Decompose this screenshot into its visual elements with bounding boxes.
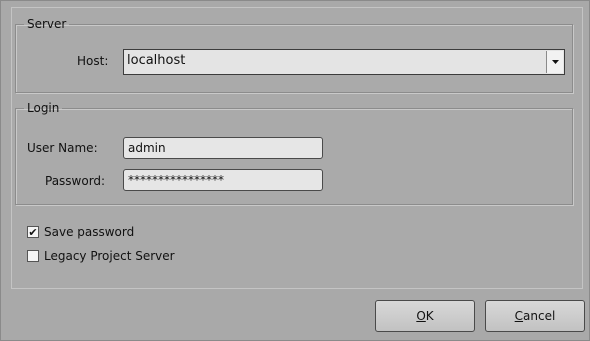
legacy-server-option[interactable]: Legacy Project Server — [27, 249, 175, 263]
host-value[interactable]: localhost — [127, 53, 185, 68]
login-dialog: Server Host: localhost Login User Name: … — [0, 0, 590, 341]
ok-mnemonic: O — [416, 309, 426, 323]
legacy-server-label[interactable]: Legacy Project Server — [44, 249, 175, 263]
username-label: User Name: — [27, 141, 98, 155]
login-group-legend: Login — [27, 101, 60, 115]
host-dropdown-button[interactable] — [546, 51, 563, 73]
ok-button[interactable]: OK — [375, 300, 475, 332]
cancel-button[interactable]: Cancel — [485, 300, 585, 332]
password-label: Password: — [45, 174, 106, 188]
username-input[interactable]: admin — [123, 137, 323, 159]
host-combobox[interactable]: localhost — [123, 49, 565, 75]
cancel-mnemonic: C — [514, 309, 524, 323]
legacy-server-checkbox[interactable] — [27, 250, 39, 262]
save-password-option[interactable]: ✔ Save password — [27, 225, 134, 239]
save-password-label[interactable]: Save password — [44, 225, 134, 239]
cancel-label-rest: ancel — [523, 309, 556, 323]
chevron-down-icon — [551, 60, 559, 64]
server-group-legend: Server — [27, 17, 67, 31]
save-password-checkbox[interactable]: ✔ — [27, 226, 39, 238]
ok-label-rest: K — [425, 309, 434, 323]
host-label: Host: — [77, 54, 109, 68]
password-input[interactable]: **************** — [123, 169, 323, 191]
